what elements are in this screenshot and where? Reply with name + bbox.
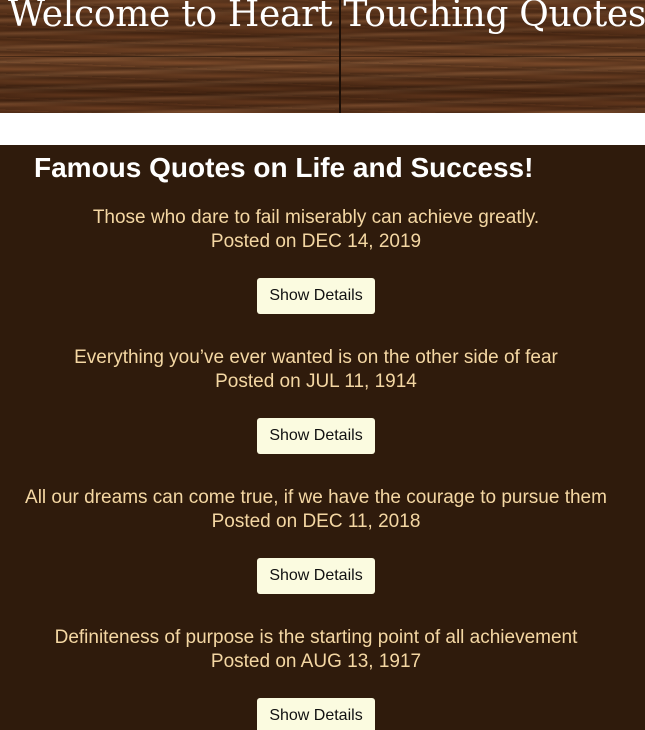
quote-date: Posted on JUL 11, 1914 bbox=[215, 371, 417, 392]
show-details-button[interactable]: Show Details bbox=[257, 698, 375, 730]
quote-date: Posted on DEC 14, 2019 bbox=[210, 231, 422, 252]
section-heading: Famous Quotes on Life and Success! bbox=[34, 152, 534, 183]
quote-text: Everything you’ve ever wanted is on the … bbox=[74, 347, 558, 368]
page-header: Welcome to Heart Touching Quotes! bbox=[0, 0, 645, 113]
quote-item: Those who dare to fail miserably can ach… bbox=[0, 206, 632, 254]
quote-text: All our dreams can come true, if we have… bbox=[25, 487, 607, 508]
wood-grain-line bbox=[0, 56, 645, 57]
quote-item: Definiteness of purpose is the starting … bbox=[0, 626, 632, 674]
show-details-button[interactable]: Show Details bbox=[257, 418, 375, 454]
show-details-button[interactable]: Show Details bbox=[257, 558, 375, 594]
quote-item: Everything you’ve ever wanted is on the … bbox=[0, 346, 632, 394]
quote-text: Those who dare to fail miserably can ach… bbox=[92, 207, 540, 228]
show-details-button[interactable]: Show Details bbox=[257, 278, 375, 314]
quote-item: All our dreams can come true, if we have… bbox=[0, 486, 632, 534]
quote-date: Posted on DEC 11, 2018 bbox=[211, 511, 421, 532]
quotes-panel: Famous Quotes on Life and Success! Those… bbox=[0, 145, 645, 730]
quote-text: Definiteness of purpose is the starting … bbox=[54, 627, 578, 648]
page-title: Welcome to Heart Touching Quotes! bbox=[8, 0, 645, 35]
quote-date: Posted on AUG 13, 1917 bbox=[210, 651, 422, 672]
